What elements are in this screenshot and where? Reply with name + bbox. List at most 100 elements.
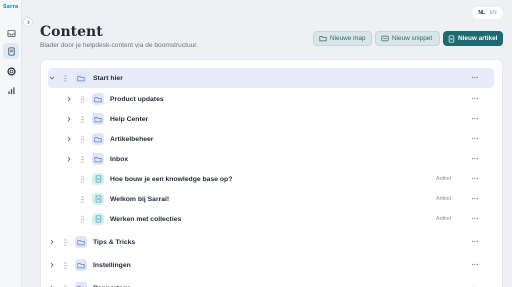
sidebar: Sarra <box>0 0 22 287</box>
drag-handle[interactable] <box>63 261 68 269</box>
tree-row[interactable]: Hoe bouw je een knowledge base op? Artike… <box>65 169 494 189</box>
tree-row[interactable]: Welkom bij Sarrai! Artikel ⋯ <box>65 189 494 209</box>
expand-toggle[interactable] <box>65 156 73 162</box>
chevron-right-icon <box>50 239 54 245</box>
tree-row-label: Tips & Tricks <box>93 238 136 246</box>
chevron-down-icon <box>49 76 55 80</box>
folder-node-icon <box>92 113 104 125</box>
row-menu-button[interactable]: ⋯ <box>472 155 479 163</box>
tree-row[interactable]: Werken met collecties Artikel ⋯ <box>65 209 494 229</box>
lang-option-nl[interactable]: NL <box>478 10 485 16</box>
new-snippet-button[interactable]: Nieuw snippet <box>375 31 440 46</box>
tree-row[interactable]: Tips & Tricks ⋯ <box>48 232 494 252</box>
drag-handle-icon <box>64 238 67 246</box>
folder-icon <box>94 136 102 142</box>
expand-toggle[interactable] <box>48 239 56 245</box>
new-folder-label: Nieuwe map <box>330 35 366 42</box>
tree-row-type: Artikel <box>436 176 451 182</box>
sidebar-item-help[interactable] <box>3 63 19 79</box>
drag-handle-icon <box>81 135 84 143</box>
tree-row[interactable]: Instellingen ⋯ <box>48 255 494 275</box>
expand-toggle[interactable] <box>48 75 56 81</box>
drag-handle-icon <box>81 115 84 123</box>
tree-row[interactable]: Artikelbeheer ⋯ <box>65 129 494 149</box>
sidebar-item-reports[interactable] <box>3 82 19 98</box>
tree-row-label: Start hier <box>93 74 123 82</box>
tree-row[interactable]: Rapportage⋯ <box>48 278 494 287</box>
tree-row[interactable]: Help Center ⋯ <box>65 109 494 129</box>
tree-row-label: Inbox <box>110 155 129 163</box>
folder-node-icon <box>75 259 87 271</box>
folder-icon <box>77 75 85 81</box>
document-icon <box>95 215 101 223</box>
row-menu-button[interactable]: ⋯ <box>472 195 479 203</box>
tree-row-label: Artikelbeheer <box>110 135 154 143</box>
drag-handle[interactable] <box>80 215 85 223</box>
article-icon <box>448 34 455 43</box>
new-folder-button[interactable]: Nieuwe map <box>313 31 372 46</box>
drag-handle[interactable] <box>80 175 85 183</box>
expand-toggle[interactable] <box>65 136 73 142</box>
article-node-icon <box>92 213 104 225</box>
sidebar-item-inbox[interactable] <box>3 25 19 41</box>
tree-row-type: Artikel <box>436 216 451 222</box>
app-logo[interactable]: Sarra <box>3 4 18 10</box>
drag-handle-icon <box>81 155 84 163</box>
article-node-icon <box>92 173 104 185</box>
tree-row-label: Help Center <box>110 115 149 123</box>
row-menu-button[interactable]: ⋯ <box>472 215 479 223</box>
inbox-icon <box>6 29 16 37</box>
article-node-icon <box>92 193 104 205</box>
folder-node-icon <box>92 153 104 165</box>
drag-handle[interactable] <box>80 195 85 203</box>
document-icon <box>95 195 101 203</box>
chevron-right-icon <box>50 262 54 268</box>
expand-toggle[interactable] <box>65 116 73 122</box>
drag-handle-icon <box>64 74 67 82</box>
tree-row[interactable]: Inbox ⋯ <box>65 149 494 169</box>
tree-row-label: Welkom bij Sarrai! <box>110 195 170 203</box>
folder-icon <box>94 156 102 162</box>
new-snippet-label: Nieuw snippet <box>392 35 433 42</box>
row-menu-button[interactable]: ⋯ <box>472 238 479 246</box>
tree-row[interactable]: Start hier ⋯ <box>48 68 494 88</box>
folder-icon <box>319 36 327 42</box>
content-tree: Start hier ⋯ Product updates ⋯ Help Center ⋯ A… <box>40 59 503 287</box>
sidebar-item-content[interactable] <box>3 43 19 59</box>
row-menu-button[interactable]: ⋯ <box>472 261 479 269</box>
folder-icon <box>77 239 85 245</box>
row-menu-button[interactable]: ⋯ <box>472 175 479 183</box>
drag-handle[interactable] <box>63 238 68 246</box>
expand-toggle[interactable] <box>48 262 56 268</box>
tree-row-label: Product updates <box>110 95 164 103</box>
tree-row[interactable]: Product updates ⋯ <box>65 89 494 109</box>
expand-toggle[interactable] <box>65 96 73 102</box>
collapse-sidebar-button[interactable] <box>23 17 33 27</box>
drag-handle[interactable] <box>80 155 85 163</box>
folder-node-icon <box>92 133 104 145</box>
lang-option-en[interactable]: EN <box>490 10 497 16</box>
row-menu-button[interactable]: ⋯ <box>472 74 479 82</box>
snippet-icon <box>381 35 389 42</box>
language-switch[interactable]: NL EN <box>472 7 503 19</box>
page-title: Content <box>40 24 103 40</box>
row-menu-button[interactable]: ⋯ <box>472 135 479 143</box>
drag-handle-icon <box>81 95 84 103</box>
bar-chart-icon <box>7 86 15 94</box>
row-menu-button[interactable]: ⋯ <box>472 95 479 103</box>
drag-handle[interactable] <box>80 135 85 143</box>
folder-node-icon <box>75 282 87 287</box>
drag-handle[interactable] <box>80 95 85 103</box>
chevron-right-icon <box>67 96 71 102</box>
tree-row-label: Hoe bouw je een knowledge base op? <box>110 175 233 183</box>
page-subtitle: Blader door je helpdesk-content via de b… <box>40 42 198 49</box>
row-menu-button[interactable]: ⋯ <box>472 115 479 123</box>
drag-handle[interactable] <box>80 115 85 123</box>
chevron-right-icon <box>67 156 71 162</box>
chevron-right-icon <box>67 136 71 142</box>
drag-handle[interactable] <box>63 74 68 82</box>
folder-node-icon <box>92 93 104 105</box>
new-article-button[interactable]: Nieuw artikel <box>443 31 503 46</box>
drag-handle-icon <box>81 175 84 183</box>
document-icon <box>7 46 15 56</box>
